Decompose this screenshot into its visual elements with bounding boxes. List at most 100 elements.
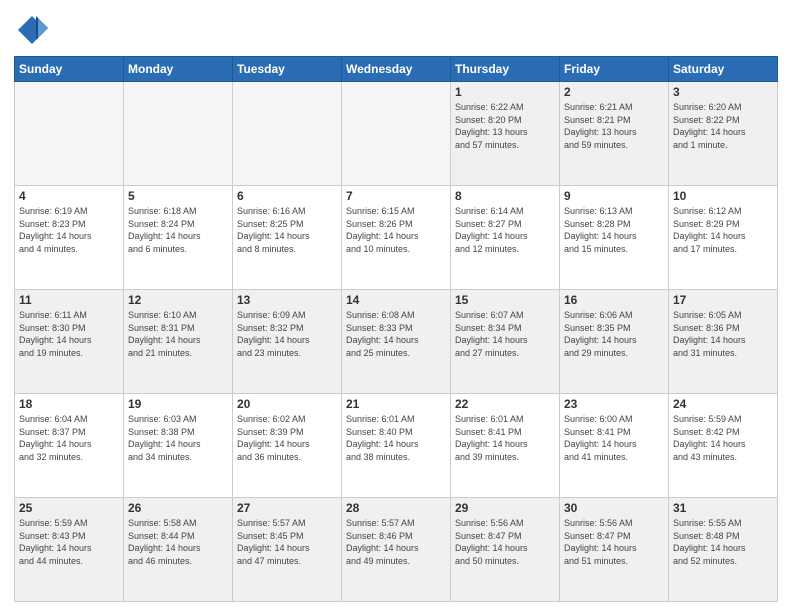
empty-cell (15, 82, 124, 186)
day-info: Sunrise: 6:07 AM Sunset: 8:34 PM Dayligh… (455, 309, 555, 359)
calendar-table: SundayMondayTuesdayWednesdayThursdayFrid… (14, 56, 778, 602)
logo (14, 12, 54, 48)
day-number: 21 (346, 397, 446, 411)
day-number: 14 (346, 293, 446, 307)
col-header-sunday: Sunday (15, 57, 124, 82)
day-cell-11: 11 Sunrise: 6:11 AM Sunset: 8:30 PM Dayli… (15, 290, 124, 394)
empty-cell (124, 82, 233, 186)
day-info: Sunrise: 6:14 AM Sunset: 8:27 PM Dayligh… (455, 205, 555, 255)
day-number: 13 (237, 293, 337, 307)
day-cell-26: 26 Sunrise: 5:58 AM Sunset: 8:44 PM Dayli… (124, 498, 233, 602)
day-info: Sunrise: 6:06 AM Sunset: 8:35 PM Dayligh… (564, 309, 664, 359)
day-info: Sunrise: 6:22 AM Sunset: 8:20 PM Dayligh… (455, 101, 555, 151)
day-info: Sunrise: 6:02 AM Sunset: 8:39 PM Dayligh… (237, 413, 337, 463)
day-number: 4 (19, 189, 119, 203)
day-info: Sunrise: 6:09 AM Sunset: 8:32 PM Dayligh… (237, 309, 337, 359)
day-number: 19 (128, 397, 228, 411)
col-header-thursday: Thursday (451, 57, 560, 82)
day-cell-15: 15 Sunrise: 6:07 AM Sunset: 8:34 PM Dayli… (451, 290, 560, 394)
day-cell-8: 8 Sunrise: 6:14 AM Sunset: 8:27 PM Daylig… (451, 186, 560, 290)
day-cell-25: 25 Sunrise: 5:59 AM Sunset: 8:43 PM Dayli… (15, 498, 124, 602)
day-cell-23: 23 Sunrise: 6:00 AM Sunset: 8:41 PM Dayli… (560, 394, 669, 498)
day-cell-3: 3 Sunrise: 6:20 AM Sunset: 8:22 PM Daylig… (669, 82, 778, 186)
day-number: 10 (673, 189, 773, 203)
day-info: Sunrise: 6:20 AM Sunset: 8:22 PM Dayligh… (673, 101, 773, 151)
day-number: 3 (673, 85, 773, 99)
day-number: 24 (673, 397, 773, 411)
day-cell-7: 7 Sunrise: 6:15 AM Sunset: 8:26 PM Daylig… (342, 186, 451, 290)
day-cell-12: 12Sunrise: 6:10 AM Sunset: 8:31 PM Dayli… (124, 290, 233, 394)
day-cell-17: 17 Sunrise: 6:05 AM Sunset: 8:36 PM Dayli… (669, 290, 778, 394)
day-number: 25 (19, 501, 119, 515)
day-number: 16 (564, 293, 664, 307)
day-number: 26 (128, 501, 228, 515)
day-number: 30 (564, 501, 664, 515)
day-info: Sunrise: 5:56 AM Sunset: 8:47 PM Dayligh… (564, 517, 664, 567)
day-info: Sunrise: 6:12 AM Sunset: 8:29 PM Dayligh… (673, 205, 773, 255)
day-info: Sunrise: 6:15 AM Sunset: 8:26 PM Dayligh… (346, 205, 446, 255)
day-cell-20: 20 Sunrise: 6:02 AM Sunset: 8:39 PM Dayli… (233, 394, 342, 498)
day-cell-19: 19 Sunrise: 6:03 AM Sunset: 8:38 PM Dayli… (124, 394, 233, 498)
header (14, 12, 778, 48)
day-info: Sunrise: 6:04 AM Sunset: 8:37 PM Dayligh… (19, 413, 119, 463)
day-info: Sunrise: 6:13 AM Sunset: 8:28 PM Dayligh… (564, 205, 664, 255)
day-info: Sunrise: 6:00 AM Sunset: 8:41 PM Dayligh… (564, 413, 664, 463)
week-row-3: 18 Sunrise: 6:04 AM Sunset: 8:37 PM Dayli… (15, 394, 778, 498)
day-number: 11 (19, 293, 119, 307)
day-info: Sunrise: 6:16 AM Sunset: 8:25 PM Dayligh… (237, 205, 337, 255)
day-cell-22: 22 Sunrise: 6:01 AM Sunset: 8:41 PM Dayli… (451, 394, 560, 498)
day-info: Sunrise: 5:55 AM Sunset: 8:48 PM Dayligh… (673, 517, 773, 567)
day-cell-10: 10 Sunrise: 6:12 AM Sunset: 8:29 PM Dayli… (669, 186, 778, 290)
day-cell-24: 24 Sunrise: 5:59 AM Sunset: 8:42 PM Dayli… (669, 394, 778, 498)
empty-cell (233, 82, 342, 186)
day-number: 28 (346, 501, 446, 515)
day-info: Sunrise: 5:58 AM Sunset: 8:44 PM Dayligh… (128, 517, 228, 567)
day-number: 23 (564, 397, 664, 411)
day-number: 31 (673, 501, 773, 515)
day-info: Sunrise: 6:08 AM Sunset: 8:33 PM Dayligh… (346, 309, 446, 359)
day-number: 22 (455, 397, 555, 411)
day-number: 15 (455, 293, 555, 307)
day-info: Sunrise: 6:05 AM Sunset: 8:36 PM Dayligh… (673, 309, 773, 359)
col-header-saturday: Saturday (669, 57, 778, 82)
day-info: Sunrise: 5:56 AM Sunset: 8:47 PM Dayligh… (455, 517, 555, 567)
day-cell-1: 1 Sunrise: 6:22 AM Sunset: 8:20 PM Daylig… (451, 82, 560, 186)
day-cell-6: 6 Sunrise: 6:16 AM Sunset: 8:25 PM Daylig… (233, 186, 342, 290)
day-info: Sunrise: 6:03 AM Sunset: 8:38 PM Dayligh… (128, 413, 228, 463)
week-row-4: 25 Sunrise: 5:59 AM Sunset: 8:43 PM Dayli… (15, 498, 778, 602)
day-cell-14: 14 Sunrise: 6:08 AM Sunset: 8:33 PM Dayli… (342, 290, 451, 394)
day-number: 6 (237, 189, 337, 203)
empty-cell (342, 82, 451, 186)
day-cell-28: 28Sunrise: 5:57 AM Sunset: 8:46 PM Dayli… (342, 498, 451, 602)
week-row-1: 4Sunrise: 6:19 AM Sunset: 8:23 PM Daylig… (15, 186, 778, 290)
day-cell-21: 21Sunrise: 6:01 AM Sunset: 8:40 PM Dayli… (342, 394, 451, 498)
day-cell-2: 2Sunrise: 6:21 AM Sunset: 8:21 PM Daylig… (560, 82, 669, 186)
day-info: Sunrise: 6:01 AM Sunset: 8:41 PM Dayligh… (455, 413, 555, 463)
day-number: 17 (673, 293, 773, 307)
day-number: 5 (128, 189, 228, 203)
day-cell-9: 9Sunrise: 6:13 AM Sunset: 8:28 PM Daylig… (560, 186, 669, 290)
day-info: Sunrise: 6:18 AM Sunset: 8:24 PM Dayligh… (128, 205, 228, 255)
day-number: 29 (455, 501, 555, 515)
day-info: Sunrise: 5:59 AM Sunset: 8:43 PM Dayligh… (19, 517, 119, 567)
col-header-monday: Monday (124, 57, 233, 82)
day-cell-13: 13 Sunrise: 6:09 AM Sunset: 8:32 PM Dayli… (233, 290, 342, 394)
day-number: 7 (346, 189, 446, 203)
day-info: Sunrise: 5:59 AM Sunset: 8:42 PM Dayligh… (673, 413, 773, 463)
day-info: Sunrise: 6:11 AM Sunset: 8:30 PM Dayligh… (19, 309, 119, 359)
day-cell-18: 18 Sunrise: 6:04 AM Sunset: 8:37 PM Dayli… (15, 394, 124, 498)
day-cell-5: 5 Sunrise: 6:18 AM Sunset: 8:24 PM Daylig… (124, 186, 233, 290)
day-number: 1 (455, 85, 555, 99)
col-header-tuesday: Tuesday (233, 57, 342, 82)
day-cell-30: 30 Sunrise: 5:56 AM Sunset: 8:47 PM Dayli… (560, 498, 669, 602)
day-info: Sunrise: 6:10 AM Sunset: 8:31 PM Dayligh… (128, 309, 228, 359)
day-info: Sunrise: 6:21 AM Sunset: 8:21 PM Dayligh… (564, 101, 664, 151)
week-row-0: 1 Sunrise: 6:22 AM Sunset: 8:20 PM Daylig… (15, 82, 778, 186)
day-number: 8 (455, 189, 555, 203)
day-number: 27 (237, 501, 337, 515)
day-number: 20 (237, 397, 337, 411)
day-number: 18 (19, 397, 119, 411)
day-cell-27: 27 Sunrise: 5:57 AM Sunset: 8:45 PM Dayli… (233, 498, 342, 602)
col-header-wednesday: Wednesday (342, 57, 451, 82)
day-info: Sunrise: 5:57 AM Sunset: 8:45 PM Dayligh… (237, 517, 337, 567)
